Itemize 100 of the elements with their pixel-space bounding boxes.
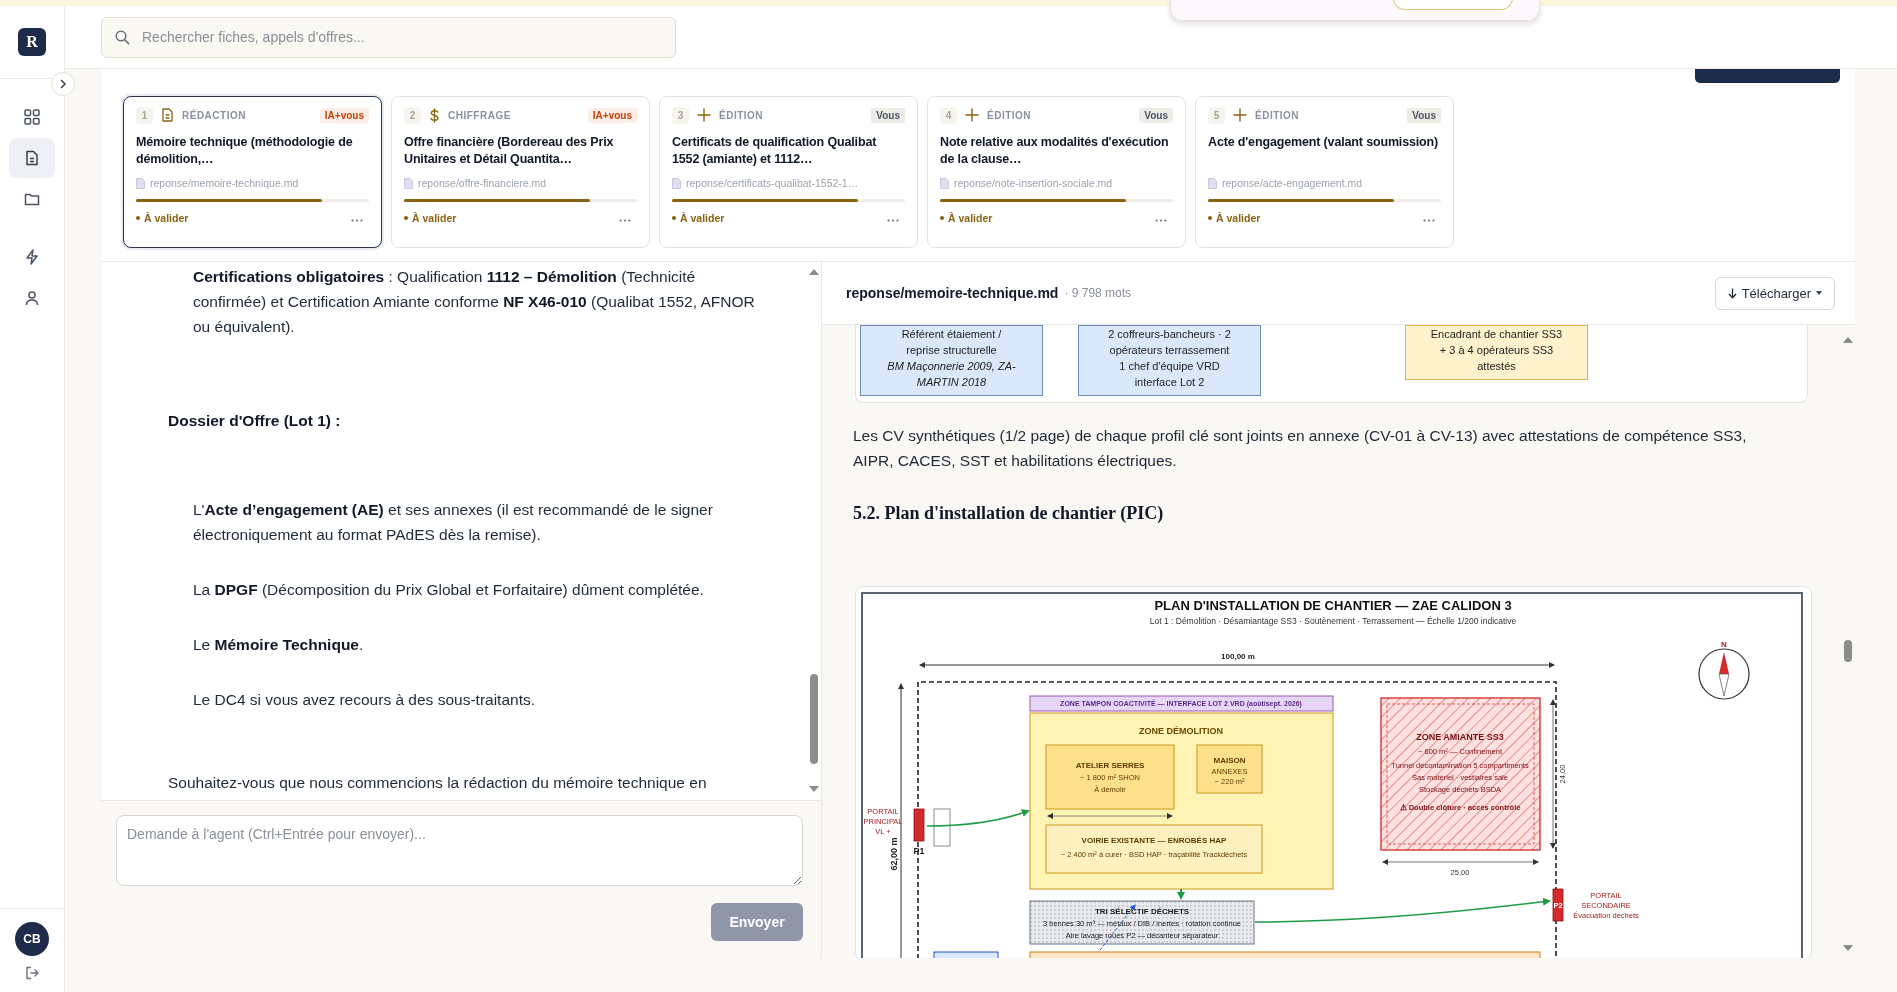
file-icon xyxy=(940,177,949,189)
more-icon xyxy=(619,219,631,222)
status-label: À valider xyxy=(136,211,189,224)
message-paragraph: Souhaitez-vous que nous commencions la rédaction du mémoire technique en xyxy=(167,773,708,793)
card-title: Certificats de qualification Qualibat 1552 (amiante) et 1112… xyxy=(672,134,878,168)
org-box: 2 coffreurs-bancheurs · 2 opérateurs terrassement 1 chef d'équipe VRD interface Lot 2 xyxy=(1078,325,1261,396)
logout-icon[interactable] xyxy=(25,966,39,980)
file-icon xyxy=(1208,177,1217,189)
gate xyxy=(913,808,925,842)
more-icon xyxy=(1155,219,1167,222)
file-icon xyxy=(672,177,681,189)
dimension-label: 100,00 m xyxy=(1221,652,1255,661)
status-label: À valider xyxy=(672,211,725,224)
caret-icon xyxy=(1816,291,1822,295)
building-label: ATELIER SERRES xyxy=(1075,761,1145,770)
card-category: ÉDITION xyxy=(719,109,764,121)
card-category: RÉDACTION xyxy=(182,109,246,121)
assignee-tag: IA+vous xyxy=(319,107,369,123)
file-path: reponse/certificats-qualibat-1552-1… xyxy=(686,177,859,189)
sorting-label: TRI SÉLECTIF DÉCHETS xyxy=(1094,907,1190,916)
roadmap-card[interactable]: 4 ÉDITION Vous Note relative aux modalités d'exécution de la clause… reponse/note-insertion-sociale.md À valider xyxy=(927,96,1186,248)
file-icon xyxy=(136,177,145,189)
status-label: À valider xyxy=(1208,211,1261,224)
list-item: L'Acte d’engagement (AE) et ses annexes (il est recommandé de le signer électroniquement au format PAdES dès la remise). xyxy=(192,500,714,545)
card-title: Offre financière (Bordereau des Prix Unitaires et Détail Quantita… xyxy=(404,134,615,168)
list-item: La DPGF (Décomposition du Prix Global et Forfaitaire) dûment complétée. xyxy=(192,580,705,600)
document-filename: reponse/memoire-technique.md xyxy=(846,285,1059,301)
roadmap-card[interactable]: 5 ÉDITION Vous Acte d'engagement (valant soumission) reponse/acte-engagement.md À valider xyxy=(1195,96,1454,248)
assignee-tag: Vous xyxy=(1139,107,1173,123)
message-input[interactable]: Demande à l'agent (Ctrl+Entrée pour envoyer)... xyxy=(116,815,803,886)
document-icon xyxy=(161,108,174,122)
search-icon xyxy=(115,29,130,45)
dialog-button[interactable] xyxy=(1393,0,1513,10)
document-icon xyxy=(24,150,40,166)
building xyxy=(1196,744,1263,794)
file-icon xyxy=(404,177,413,189)
search-field[interactable]: Rechercher fiches, appels d'offres... xyxy=(101,16,676,58)
org-box: Référent étaiement / reprise structurelle BM Maçonnerie 2009, ZA- MARTIN 2018 xyxy=(860,325,1043,396)
card-category: CHIFFRAGE xyxy=(448,109,511,121)
nav-item[interactable] xyxy=(9,138,55,178)
step-number: 5 xyxy=(1208,106,1225,124)
download-button[interactable]: Télécharger xyxy=(1714,276,1835,310)
roadmap-card[interactable]: 1 RÉDACTION IA+vous Mémoire technique (méthodologie de démolition,… reponse/memoire-technique.md À valider xyxy=(123,96,382,248)
road-label: VOIRIE EXISTANTE — ENROBÉS HAP xyxy=(1081,836,1227,845)
card-category: ÉDITION xyxy=(1255,109,1300,121)
file-path: reponse/acte-engagement.md xyxy=(1222,177,1363,189)
app-logo[interactable]: R xyxy=(18,28,46,56)
grid-icon xyxy=(24,109,40,125)
list-item: Le DC4 si vous avez recours à des sous-traitants. xyxy=(192,690,536,710)
roadmap-card[interactable]: 3 ÉDITION Vous Certificats de qualification Qualibat 1552 (amiante) et 1112… reponse/certificats-qualibat-1552-1… À valider xyxy=(659,96,918,248)
folder-icon xyxy=(24,191,40,207)
zone-title: ZONE DÉMOLITION xyxy=(1139,726,1223,736)
dollar-icon xyxy=(429,107,440,123)
card-category: ÉDITION xyxy=(987,109,1032,121)
status-label: À valider xyxy=(940,211,993,224)
list-item: Certifications obligatoires : Qualification 1112 – Démolition (Technicité confirmée) et Certification Amiante conforme NF X46-010 (Qualibat 1552, AFNOR ou équivalent). xyxy=(192,267,756,337)
card-title: Acte d'engagement (valant soumission) xyxy=(1208,134,1440,151)
org-box: Encadrant de chantier SS3 + 3 à 4 opérateurs SS3 attestés xyxy=(1405,325,1588,380)
plus-icon xyxy=(697,108,711,122)
assignee-tag: Vous xyxy=(871,107,905,123)
plan-title: PLAN D'INSTALLATION DE CHANTIER — ZAE CALIDON 3 xyxy=(1154,598,1512,613)
expand-button[interactable] xyxy=(51,72,75,96)
user-icon xyxy=(24,290,40,306)
step-number: 3 xyxy=(672,106,689,124)
word-count: · 9 798 mots xyxy=(1064,286,1132,300)
section-heading: Dossier d'Offre (Lot 1) : xyxy=(167,411,342,431)
more-icon xyxy=(887,219,899,222)
chevron-right-icon xyxy=(59,79,67,89)
more-icon xyxy=(1423,219,1435,222)
document-paragraph: Les CV synthétiques (1/2 page) de chaque profil clé sont joints en annexe (CV-01 à CV-13) avec attestations de compétence SS3, AIPR, CACES, SST et habilitations électriques. xyxy=(853,426,1748,471)
building-label: MAISON xyxy=(1213,756,1246,765)
section-heading: 5.2. Plan d'installation de chantier (PIC) xyxy=(853,503,1165,524)
gate-code: P1 xyxy=(913,846,925,856)
step-number: 4 xyxy=(940,106,957,124)
user-avatar[interactable]: CB xyxy=(15,922,49,956)
assignee-tag: Vous xyxy=(1407,107,1441,123)
compass-icon xyxy=(1698,648,1750,700)
lightning-icon xyxy=(24,249,40,265)
gate xyxy=(1552,888,1564,922)
more-icon xyxy=(351,219,363,222)
dimension-label: 62,00 m xyxy=(889,837,899,871)
compass-label: N xyxy=(1721,640,1727,649)
status-label: À valider xyxy=(404,211,457,224)
file-path: reponse/offre-financiere.md xyxy=(418,177,547,189)
file-path: reponse/note-insertion-sociale.md xyxy=(954,177,1113,189)
zone-label: ZONE AMIANTE SS3 xyxy=(1416,732,1504,742)
download-icon xyxy=(1727,287,1737,299)
step-number: 2 xyxy=(404,106,421,124)
card-title: Note relative aux modalités d'exécution de la clause… xyxy=(940,134,1170,168)
plus-icon xyxy=(965,108,979,122)
roadmap-card[interactable]: 2 CHIFFRAGE IA+vous Offre financière (Bordereau des Prix Unitaires et Détail Quantita… reponse/offre-financiere.md À valider xyxy=(391,96,650,248)
plan-subtitle: Lot 1 : Démolition · Désamiantage SS3 · Soutènement · Terrassement — Échelle 1/200 indicative xyxy=(1149,616,1517,626)
file-path: reponse/memoire-technique.md xyxy=(150,177,299,189)
card-title: Mémoire technique (méthodologie de démolition,… xyxy=(136,134,354,168)
plus-icon xyxy=(1233,108,1247,122)
flow-arrow xyxy=(1177,888,1185,900)
assignee-tag: IA+vous xyxy=(587,107,637,123)
list-item: Le Mémoire Technique. xyxy=(192,635,365,655)
facility-box xyxy=(933,951,999,958)
parking-drawing xyxy=(933,808,951,847)
